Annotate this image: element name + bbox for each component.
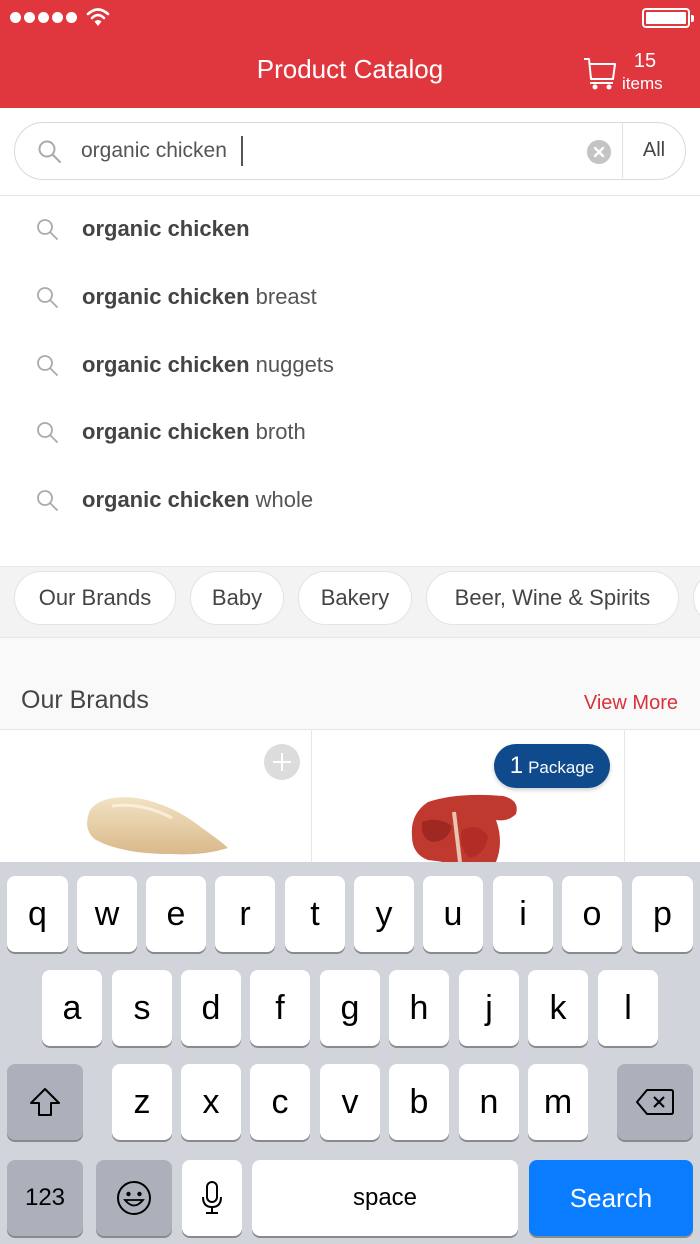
search-bar-area: All (0, 108, 700, 196)
search-icon (37, 490, 58, 511)
key-f[interactable]: f (250, 970, 310, 1046)
microphone-icon (202, 1181, 222, 1214)
suggestion-item[interactable]: organic chicken nuggets (0, 332, 700, 400)
cart-count: 15 (633, 50, 657, 72)
suggestion-text: organic chicken broth (82, 419, 306, 444)
cart-count-label: items (622, 74, 663, 93)
search-icon (37, 219, 58, 240)
key-q[interactable]: q (7, 876, 68, 952)
section-header: Our Brands View More (0, 638, 700, 730)
screen: Product Catalog 15 items organic chicken… (0, 0, 700, 1244)
key-r[interactable]: r (215, 876, 275, 952)
key-a[interactable]: a (42, 970, 102, 1046)
emoji-key[interactable] (96, 1160, 172, 1236)
suggestion-text: organic chicken (82, 216, 250, 241)
chicken-breast-image (87, 797, 228, 855)
cart-icon (584, 58, 616, 90)
search-key[interactable]: Search (529, 1160, 693, 1236)
key-b[interactable]: b (389, 1064, 449, 1140)
search-suggestions: organic chicken organic chicken breast o… (0, 196, 700, 566)
key-v[interactable]: v (320, 1064, 380, 1140)
suggestion-item[interactable]: organic chicken broth (0, 399, 700, 467)
chip-next[interactable] (693, 571, 700, 625)
key-z[interactable]: z (112, 1064, 172, 1140)
product-card[interactable] (0, 730, 312, 870)
search-field[interactable]: All (14, 122, 686, 180)
key-i[interactable]: i (493, 876, 553, 952)
key-p[interactable]: p (632, 876, 693, 952)
key-d[interactable]: d (181, 970, 241, 1046)
product-carousel: 1 Package (0, 730, 700, 870)
search-scope-button[interactable]: All (622, 123, 685, 178)
key-l[interactable]: l (598, 970, 658, 1046)
quantity-unit: Package (528, 758, 595, 777)
key-t[interactable]: t (285, 876, 345, 952)
text-cursor (241, 136, 243, 166)
chip-beer-wine-spirits[interactable]: Beer, Wine & Spirits (426, 571, 679, 625)
signal-strength-icon (10, 12, 77, 23)
app-header: Product Catalog 15 items (0, 0, 700, 108)
status-bar (0, 0, 700, 36)
quantity-badge[interactable]: 1 Package (494, 744, 610, 788)
suggestion-item[interactable]: organic chicken breast (0, 264, 700, 332)
product-card[interactable]: 1 Package (312, 730, 625, 870)
key-n[interactable]: n (459, 1064, 519, 1140)
search-icon (37, 287, 58, 308)
section-title: Our Brands (21, 686, 149, 714)
suggestion-text: organic chicken whole (82, 487, 314, 512)
key-s[interactable]: s (112, 970, 172, 1046)
suggestion-item[interactable]: organic chicken (0, 196, 700, 264)
search-icon (37, 355, 58, 376)
key-y[interactable]: y (354, 876, 414, 952)
quantity-value: 1 (509, 752, 524, 779)
key-m[interactable]: m (528, 1064, 588, 1140)
product-card[interactable] (625, 730, 700, 870)
clear-icon[interactable] (587, 140, 611, 164)
key-g[interactable]: g (320, 970, 380, 1046)
chip-baby[interactable]: Baby (190, 571, 284, 625)
view-more-link[interactable]: View More (584, 692, 678, 715)
key-x[interactable]: x (181, 1064, 241, 1140)
numbers-key[interactable]: 123 (7, 1160, 83, 1236)
backspace-icon (636, 1089, 674, 1115)
suggestion-text: organic chicken breast (82, 284, 317, 309)
key-h[interactable]: h (389, 970, 449, 1046)
wifi-icon (86, 8, 110, 26)
key-c[interactable]: c (250, 1064, 310, 1140)
cart-button[interactable]: 15 items (582, 50, 692, 96)
chip-bakery[interactable]: Bakery (298, 571, 412, 625)
search-input[interactable] (81, 135, 581, 167)
key-j[interactable]: j (459, 970, 519, 1046)
dictation-key[interactable] (182, 1160, 242, 1236)
delete-key[interactable] (617, 1064, 693, 1140)
emoji-icon (117, 1181, 151, 1215)
key-o[interactable]: o (562, 876, 622, 952)
add-to-cart-icon[interactable] (264, 744, 300, 780)
key-k[interactable]: k (528, 970, 588, 1046)
on-screen-keyboard: q w e r t y u i o p a s d f g h j k l z … (0, 862, 700, 1244)
suggestion-text: organic chicken nuggets (82, 352, 334, 377)
search-icon (38, 140, 61, 163)
key-w[interactable]: w (77, 876, 137, 952)
key-u[interactable]: u (423, 876, 483, 952)
category-chips: Our Brands Baby Bakery Beer, Wine & Spir… (0, 566, 700, 638)
space-key[interactable]: space (252, 1160, 518, 1236)
chip-our-brands[interactable]: Our Brands (14, 571, 176, 625)
t-bone-steak-image (411, 794, 517, 870)
suggestion-item[interactable]: organic chicken whole (0, 467, 700, 535)
key-e[interactable]: e (146, 876, 206, 952)
search-icon (37, 422, 58, 443)
battery-icon (642, 8, 694, 28)
shift-key[interactable] (7, 1064, 83, 1140)
shift-icon (30, 1088, 60, 1116)
